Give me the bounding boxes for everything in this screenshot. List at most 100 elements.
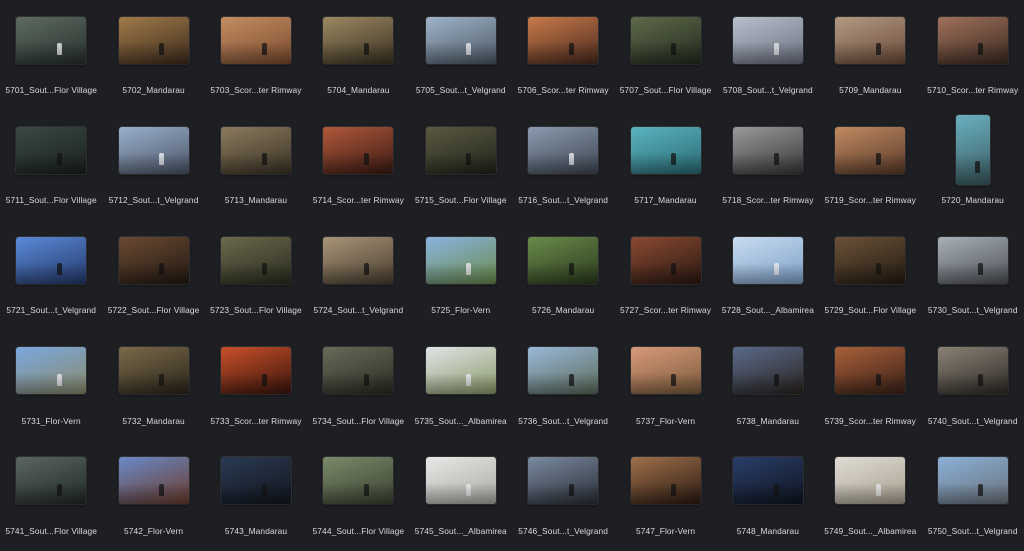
- file-item[interactable]: 5701_Sout...Flor Village: [0, 0, 102, 110]
- image-thumbnail[interactable]: [16, 236, 87, 284]
- image-thumbnail[interactable]: [16, 347, 87, 395]
- image-thumbnail[interactable]: [425, 347, 496, 395]
- file-item[interactable]: 5711_Sout...Flor Village: [0, 110, 102, 220]
- file-item[interactable]: 5747_Flor-Vern: [614, 441, 716, 551]
- image-thumbnail[interactable]: [528, 347, 599, 395]
- image-thumbnail[interactable]: [732, 457, 803, 505]
- file-item[interactable]: 5728_Sout..._Albamirea: [717, 220, 819, 330]
- file-item[interactable]: 5718_Scor...ter Rimway: [717, 110, 819, 220]
- file-item[interactable]: 5733_Scor...ter Rimway: [205, 331, 307, 441]
- file-item[interactable]: 5741_Sout...Flor Village: [0, 441, 102, 551]
- image-thumbnail[interactable]: [118, 16, 189, 64]
- file-item[interactable]: 5731_Flor-Vern: [0, 331, 102, 441]
- image-thumbnail[interactable]: [323, 126, 394, 174]
- file-item[interactable]: 5737_Flor-Vern: [614, 331, 716, 441]
- file-item[interactable]: 5702_Mandarau: [102, 0, 204, 110]
- file-item[interactable]: 5716_Sout...t_Velgrand: [512, 110, 614, 220]
- file-item[interactable]: 5724_Sout...t_Velgrand: [307, 220, 409, 330]
- file-item[interactable]: 5704_Mandarau: [307, 0, 409, 110]
- image-thumbnail[interactable]: [528, 16, 599, 64]
- image-thumbnail[interactable]: [425, 236, 496, 284]
- file-item[interactable]: 5707_Sout...Flor Village: [614, 0, 716, 110]
- image-thumbnail[interactable]: [835, 347, 906, 395]
- file-item[interactable]: 5727_Scor...ter Rimway: [614, 220, 716, 330]
- file-item[interactable]: 5734_Sout...Flor Village: [307, 331, 409, 441]
- file-item[interactable]: 5749_Sout..._Albamirea: [819, 441, 921, 551]
- file-item[interactable]: 5705_Sout...t_Velgrand: [410, 0, 512, 110]
- file-item[interactable]: 5723_Sout...Flor Village: [205, 220, 307, 330]
- image-thumbnail[interactable]: [220, 347, 291, 395]
- image-thumbnail[interactable]: [16, 457, 87, 505]
- image-thumbnail[interactable]: [630, 16, 701, 64]
- file-item[interactable]: 5729_Sout...Flor Village: [819, 220, 921, 330]
- file-item[interactable]: 5710_Scor...ter Rimway: [922, 0, 1024, 110]
- image-thumbnail[interactable]: [937, 347, 1008, 395]
- file-item[interactable]: 5726_Mandarau: [512, 220, 614, 330]
- image-thumbnail[interactable]: [630, 126, 701, 174]
- file-item[interactable]: 5706_Scor...ter Rimway: [512, 0, 614, 110]
- file-item[interactable]: 5721_Sout...t_Velgrand: [0, 220, 102, 330]
- image-thumbnail[interactable]: [835, 126, 906, 174]
- file-item[interactable]: 5708_Sout...t_Velgrand: [717, 0, 819, 110]
- file-item[interactable]: 5717_Mandarau: [614, 110, 716, 220]
- file-item[interactable]: 5736_Sout...t_Velgrand: [512, 331, 614, 441]
- image-thumbnail[interactable]: [835, 236, 906, 284]
- file-item[interactable]: 5744_Sout...Flor Village: [307, 441, 409, 551]
- image-thumbnail[interactable]: [16, 126, 87, 174]
- image-thumbnail[interactable]: [732, 347, 803, 395]
- file-item[interactable]: 5730_Sout...t_Velgrand: [922, 220, 1024, 330]
- image-thumbnail[interactable]: [630, 457, 701, 505]
- file-item[interactable]: 5714_Scor...ter Rimway: [307, 110, 409, 220]
- image-thumbnail[interactable]: [220, 236, 291, 284]
- file-item[interactable]: 5713_Mandarau: [205, 110, 307, 220]
- file-item[interactable]: 5712_Sout...t_Velgrand: [102, 110, 204, 220]
- image-thumbnail[interactable]: [630, 347, 701, 395]
- image-thumbnail[interactable]: [118, 126, 189, 174]
- image-thumbnail[interactable]: [220, 16, 291, 64]
- image-thumbnail[interactable]: [630, 236, 701, 284]
- file-item[interactable]: 5732_Mandarau: [102, 331, 204, 441]
- image-thumbnail[interactable]: [220, 457, 291, 505]
- image-thumbnail[interactable]: [732, 126, 803, 174]
- file-item[interactable]: 5720_Mandarau: [922, 110, 1024, 220]
- file-item[interactable]: 5740_Sout...t_Velgrand: [922, 331, 1024, 441]
- file-item[interactable]: 5746_Sout...t_Velgrand: [512, 441, 614, 551]
- file-item[interactable]: 5722_Sout...Flor Village: [102, 220, 204, 330]
- file-item[interactable]: 5743_Mandarau: [205, 441, 307, 551]
- image-thumbnail[interactable]: [955, 115, 990, 186]
- image-thumbnail[interactable]: [323, 347, 394, 395]
- image-thumbnail[interactable]: [732, 16, 803, 64]
- image-thumbnail[interactable]: [118, 347, 189, 395]
- image-thumbnail[interactable]: [732, 236, 803, 284]
- image-thumbnail[interactable]: [323, 236, 394, 284]
- image-thumbnail[interactable]: [323, 16, 394, 64]
- image-thumbnail[interactable]: [220, 126, 291, 174]
- image-thumbnail[interactable]: [528, 126, 599, 174]
- image-thumbnail[interactable]: [937, 16, 1008, 64]
- image-thumbnail[interactable]: [528, 457, 599, 505]
- image-thumbnail[interactable]: [16, 16, 87, 64]
- image-thumbnail[interactable]: [425, 457, 496, 505]
- image-thumbnail[interactable]: [835, 457, 906, 505]
- file-item[interactable]: 5709_Mandarau: [819, 0, 921, 110]
- file-item[interactable]: 5738_Mandarau: [717, 331, 819, 441]
- file-item[interactable]: 5748_Mandarau: [717, 441, 819, 551]
- image-thumbnail[interactable]: [528, 236, 599, 284]
- file-item[interactable]: 5750_Sout...t_Velgrand: [922, 441, 1024, 551]
- file-item[interactable]: 5735_Sout..._Albamirea: [410, 331, 512, 441]
- image-thumbnail[interactable]: [937, 457, 1008, 505]
- image-thumbnail[interactable]: [118, 236, 189, 284]
- file-item[interactable]: 5742_Flor-Vern: [102, 441, 204, 551]
- image-thumbnail[interactable]: [323, 457, 394, 505]
- file-item[interactable]: 5703_Scor...ter Rimway: [205, 0, 307, 110]
- image-thumbnail[interactable]: [118, 457, 189, 505]
- file-item[interactable]: 5715_Sout...Flor Village: [410, 110, 512, 220]
- image-thumbnail[interactable]: [937, 236, 1008, 284]
- file-item[interactable]: 5745_Sout..._Albamirea: [410, 441, 512, 551]
- file-item[interactable]: 5739_Scor...ter Rimway: [819, 331, 921, 441]
- file-item[interactable]: 5719_Scor...ter Rimway: [819, 110, 921, 220]
- image-thumbnail[interactable]: [425, 126, 496, 174]
- image-thumbnail[interactable]: [835, 16, 906, 64]
- image-thumbnail[interactable]: [425, 16, 496, 64]
- file-item[interactable]: 5725_Flor-Vern: [410, 220, 512, 330]
